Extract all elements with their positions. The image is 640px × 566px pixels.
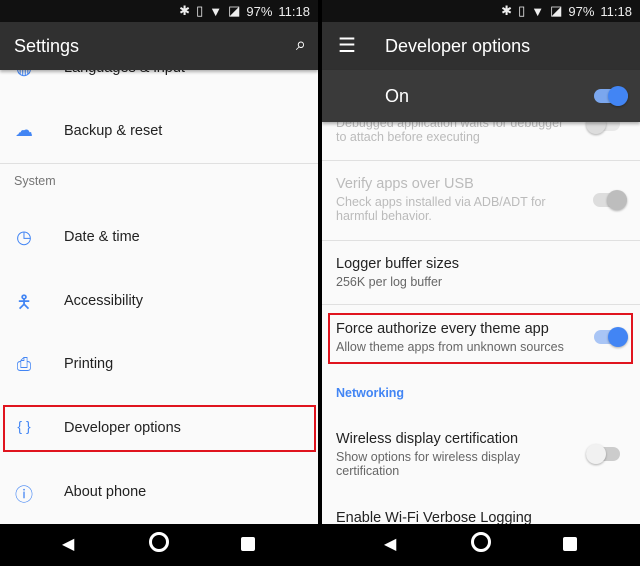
- toolbar: ☰ Developer options: [322, 22, 640, 70]
- master-toggle[interactable]: [594, 86, 628, 106]
- navigation-bar: ◀: [322, 524, 640, 566]
- cloud-upload-icon: ☁: [15, 120, 33, 140]
- page-title: Settings: [14, 36, 80, 56]
- home-icon[interactable]: [149, 532, 169, 552]
- clock-text: 11:18: [600, 3, 632, 19]
- item-summary: harmful behavior.: [336, 209, 432, 223]
- clock-icon: ◷: [16, 227, 32, 247]
- item-summary: certification: [336, 464, 400, 478]
- item-label: Printing: [64, 356, 114, 372]
- no-sim-icon: ◪: [550, 3, 563, 18]
- recents-icon[interactable]: [563, 537, 577, 551]
- item-label: Accessibility: [64, 293, 143, 309]
- divider: [322, 240, 640, 241]
- item-label: Date & time: [64, 229, 140, 245]
- divider: [322, 160, 640, 161]
- item-summary: Show options for wireless display: [336, 450, 521, 464]
- menu-icon[interactable]: ☰: [338, 33, 356, 58]
- verify-usb-toggle[interactable]: [593, 190, 627, 210]
- info-icon: ⓘ: [15, 485, 33, 505]
- master-switch-bar[interactable]: On: [322, 70, 640, 122]
- section-header: Networking: [336, 386, 405, 400]
- item-summary: 256K per log buffer: [336, 275, 443, 289]
- wifi-icon: ▼: [209, 3, 223, 19]
- divider: [322, 304, 640, 305]
- page-title: Developer options: [385, 36, 531, 56]
- vibrate-icon: ▯: [518, 3, 526, 18]
- recents-icon[interactable]: [241, 537, 255, 551]
- status-bar: ✱ ▯ ▼ ◪ 97% 11:18: [0, 0, 318, 22]
- item-title: Verify apps over USB: [336, 176, 474, 192]
- bluetooth-icon: ✱: [501, 3, 513, 18]
- item-title[interactable]: Logger buffer sizes: [336, 256, 459, 272]
- highlight-box: [328, 313, 633, 364]
- item-summary: Check apps installed via ADB/ADT for: [336, 195, 546, 209]
- item-label: Backup & reset: [64, 123, 163, 139]
- wifi-icon: ▼: [531, 3, 545, 19]
- item-title[interactable]: Wireless display certification: [336, 431, 518, 447]
- wireless-cert-toggle[interactable]: [586, 444, 620, 464]
- search-icon[interactable]: ⌕: [296, 34, 306, 55]
- item-summary: to attach before executing: [336, 130, 480, 144]
- status-bar: ✱ ▯ ▼ ◪ 97% 11:18: [322, 0, 640, 22]
- accessibility-icon: 🯅: [16, 292, 32, 312]
- navigation-bar: ◀: [0, 524, 318, 566]
- back-icon[interactable]: ◀: [62, 534, 74, 554]
- battery-text: 97%: [246, 3, 273, 19]
- clock-text: 11:18: [278, 3, 310, 19]
- toolbar: Settings ⌕: [0, 22, 318, 70]
- bluetooth-icon: ✱: [179, 3, 191, 18]
- battery-text: 97%: [568, 3, 595, 19]
- item-label: About phone: [64, 484, 147, 500]
- vibrate-icon: ▯: [196, 3, 204, 18]
- home-icon[interactable]: [471, 532, 491, 552]
- master-switch-label: On: [385, 86, 410, 106]
- divider: [0, 163, 318, 164]
- section-header: System: [14, 174, 56, 188]
- developer-options-screen: ✱ ▯ ▼ ◪ 97% 11:18 ☰ Developer options On…: [322, 0, 640, 566]
- back-icon[interactable]: ◀: [384, 534, 396, 554]
- printer-icon: ⎙: [16, 354, 32, 374]
- no-sim-icon: ◪: [228, 3, 241, 18]
- highlight-box: [3, 405, 316, 452]
- settings-screen: ✱ ▯ ▼ ◪ 97% 11:18 Settings ⌕ ◍ Languages…: [0, 0, 318, 566]
